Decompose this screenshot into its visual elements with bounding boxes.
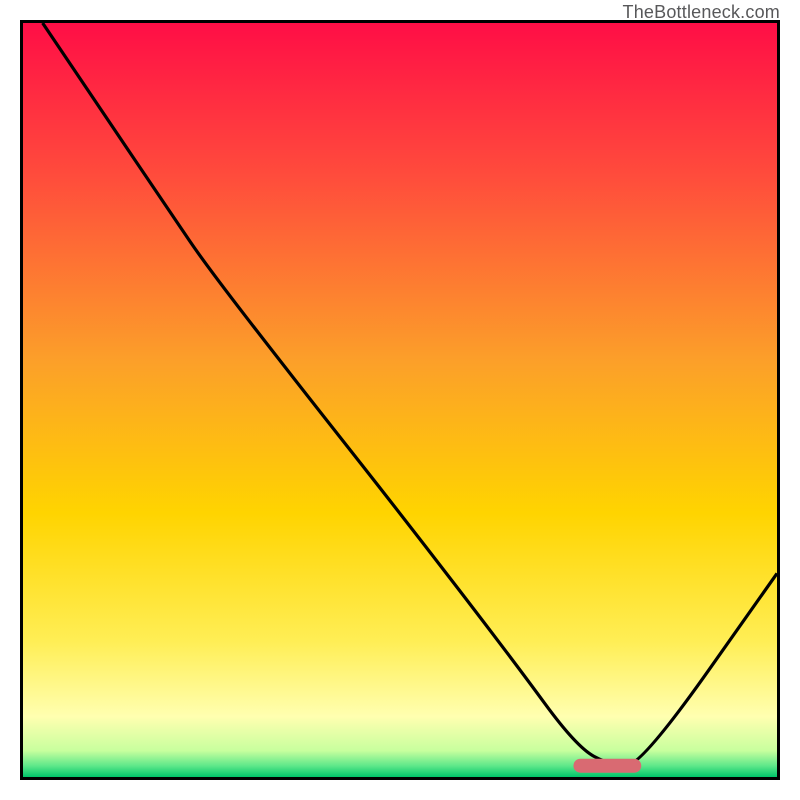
chart-frame [20,20,780,780]
optimum-marker [573,759,641,773]
bottleneck-chart [23,23,777,777]
gradient-backdrop [23,23,777,777]
